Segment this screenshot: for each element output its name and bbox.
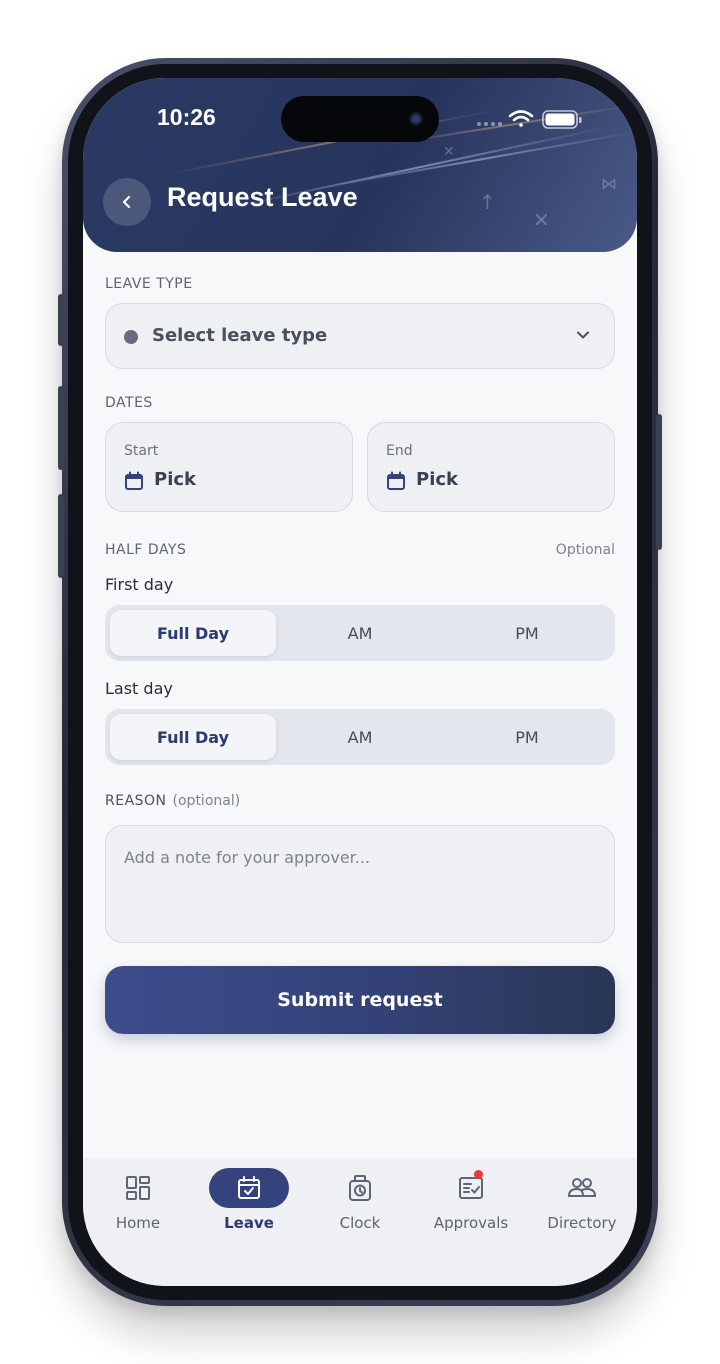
start-date-label: Start: [124, 443, 159, 459]
first-day-am[interactable]: AM: [277, 610, 443, 656]
battery-icon: [542, 110, 582, 129]
leave-type-label: LEAVE TYPE: [105, 276, 193, 292]
tab-approvals-icon-wrap: [431, 1168, 511, 1208]
page-title: Request Leave: [167, 182, 358, 212]
header: ✕ ↑ ✕ ⋈ 10:26 Request Leave: [83, 78, 637, 252]
calendar-check-icon: [238, 1176, 260, 1199]
first-day-segmented: Full Day AM PM: [105, 605, 615, 661]
tab-home-icon-wrap: [98, 1168, 178, 1208]
calendar-icon: [387, 471, 405, 490]
dynamic-island: [281, 96, 439, 142]
first-day-full-day[interactable]: Full Day: [110, 610, 276, 656]
tab-clock[interactable]: Clock: [305, 1158, 415, 1258]
time-clock-icon: [349, 1175, 371, 1201]
decorative-bowtie-icon: ⋈: [601, 174, 617, 193]
dates-label: DATES: [105, 395, 153, 411]
tab-approvals[interactable]: Approvals: [416, 1158, 526, 1258]
dashboard-icon: [126, 1176, 150, 1200]
end-date-label: End: [386, 443, 413, 459]
tab-leave-label: Leave: [224, 1214, 274, 1232]
signal-icon: [477, 122, 502, 126]
tab-directory-icon-wrap: [542, 1168, 622, 1208]
calendar-icon: [125, 471, 143, 490]
start-date-value: Pick: [154, 469, 197, 490]
leave-type-select[interactable]: Select leave type: [105, 303, 615, 369]
last-day-full-day[interactable]: Full Day: [110, 714, 276, 760]
power-button: [656, 414, 662, 550]
tab-leave[interactable]: Leave: [194, 1158, 304, 1258]
chevron-down-icon: [577, 331, 589, 339]
reason-optional: (optional): [172, 793, 241, 809]
end-date-picker[interactable]: End Pick: [367, 422, 615, 512]
tab-directory-label: Directory: [547, 1214, 617, 1232]
approvals-notification-badge: [474, 1170, 483, 1179]
half-days-label: HALF DAYS: [105, 542, 187, 558]
approvals-icon: [459, 1177, 483, 1199]
last-day-segmented: Full Day AM PM: [105, 709, 615, 765]
last-day-pm[interactable]: PM: [444, 714, 610, 760]
tab-approvals-label: Approvals: [433, 1214, 509, 1232]
decorative-cross-icon: ✕: [533, 208, 550, 232]
decorative-cross-icon: ✕: [443, 144, 455, 160]
app-screen: ✕ ↑ ✕ ⋈ 10:26 Request Leave LEAVE TYPE S…: [83, 78, 637, 1286]
reason-label: REASON (optional): [105, 793, 240, 809]
tab-directory[interactable]: Directory: [527, 1158, 637, 1258]
tab-leave-icon-wrap: [209, 1168, 289, 1208]
tab-clock-label: Clock: [339, 1214, 381, 1232]
first-day-label: First day: [105, 575, 174, 594]
status-icons: [477, 110, 582, 129]
tab-home-label: Home: [115, 1214, 161, 1232]
people-icon: [567, 1178, 597, 1197]
reason-input[interactable]: [105, 825, 615, 943]
wifi-icon: [508, 110, 534, 127]
half-days-optional: Optional: [555, 542, 615, 558]
volume-up-button: [58, 386, 64, 470]
last-day-label: Last day: [105, 679, 173, 698]
leave-type-dot: [124, 330, 138, 344]
start-date-picker[interactable]: Start Pick: [105, 422, 353, 512]
end-date-value: Pick: [416, 469, 459, 490]
action-button: [58, 294, 64, 346]
chevron-left-icon: [122, 195, 131, 209]
volume-down-button: [58, 494, 64, 578]
back-button[interactable]: [103, 178, 151, 226]
tab-home[interactable]: Home: [83, 1158, 193, 1258]
submit-request-button[interactable]: Submit request: [105, 966, 615, 1034]
first-day-pm[interactable]: PM: [444, 610, 610, 656]
decorative-arrow-icon: ↑: [479, 190, 496, 214]
leave-type-placeholder: Select leave type: [152, 325, 328, 346]
last-day-am[interactable]: AM: [277, 714, 443, 760]
tab-bar: Home Leave Clock Approvals Directory: [83, 1158, 637, 1286]
tab-clock-icon-wrap: [320, 1168, 400, 1208]
camera-icon: [409, 112, 423, 126]
status-time: 10:26: [157, 104, 216, 130]
reason-label-text: REASON: [105, 793, 167, 809]
